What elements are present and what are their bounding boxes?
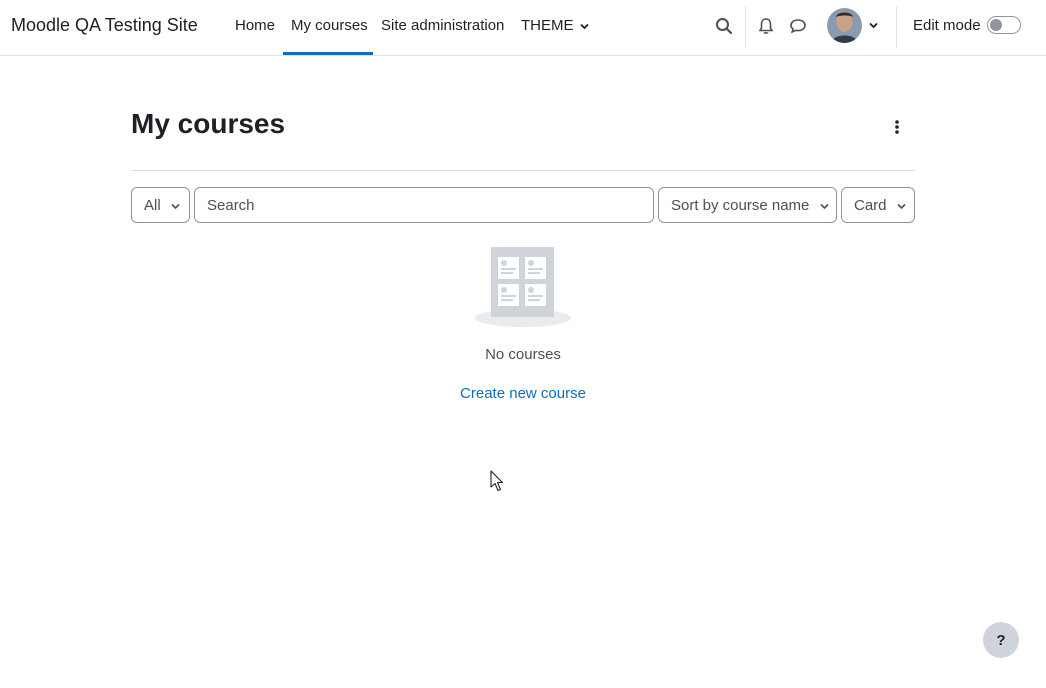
site-name[interactable]: Moodle QA Testing Site	[11, 15, 198, 36]
grouping-select[interactable]: All	[131, 187, 190, 223]
toggle-knob	[990, 19, 1002, 31]
active-nav-indicator	[283, 52, 373, 55]
nav-theme-menu[interactable]: THEME	[521, 17, 589, 34]
nav-site-administration[interactable]: Site administration	[381, 17, 504, 34]
user-menu-chevron-icon[interactable]	[869, 22, 878, 29]
chevron-down-icon	[820, 203, 829, 209]
sort-select-value: Sort by course name	[671, 197, 810, 214]
nav-home[interactable]: Home	[235, 17, 275, 34]
kebab-menu-icon[interactable]	[890, 118, 904, 136]
page-title: My courses	[131, 108, 286, 139]
help-button[interactable]: ?	[983, 622, 1019, 658]
edit-mode-toggle[interactable]	[987, 16, 1021, 34]
nav-my-courses[interactable]: My courses	[291, 17, 368, 34]
sort-select[interactable]: Sort by course name	[658, 187, 837, 223]
nav-divider	[745, 6, 746, 48]
top-navbar: Moodle QA Testing Site Home My courses S…	[0, 0, 1046, 56]
view-select[interactable]: Card	[841, 187, 915, 223]
user-avatar[interactable]	[827, 8, 862, 43]
nav-theme-label: THEME	[521, 17, 574, 34]
create-new-course-link[interactable]: Create new course	[460, 385, 586, 402]
chevron-down-icon	[171, 203, 180, 209]
chevron-down-icon	[580, 23, 589, 29]
view-select-value: Card	[854, 197, 887, 214]
nav-divider	[896, 6, 897, 48]
mouse-cursor-icon	[490, 470, 504, 492]
empty-state-message: No courses	[485, 346, 561, 363]
no-courses-illustration	[475, 247, 571, 327]
course-search-input[interactable]	[194, 187, 654, 223]
title-divider	[131, 170, 915, 171]
edit-mode-label: Edit mode	[913, 17, 981, 34]
grouping-select-value: All	[144, 197, 161, 214]
search-icon[interactable]	[714, 16, 734, 36]
chat-icon[interactable]	[788, 16, 808, 36]
chevron-down-icon	[897, 203, 906, 209]
bell-icon[interactable]	[756, 16, 776, 36]
create-course-link-row: Create new course	[0, 385, 1046, 402]
